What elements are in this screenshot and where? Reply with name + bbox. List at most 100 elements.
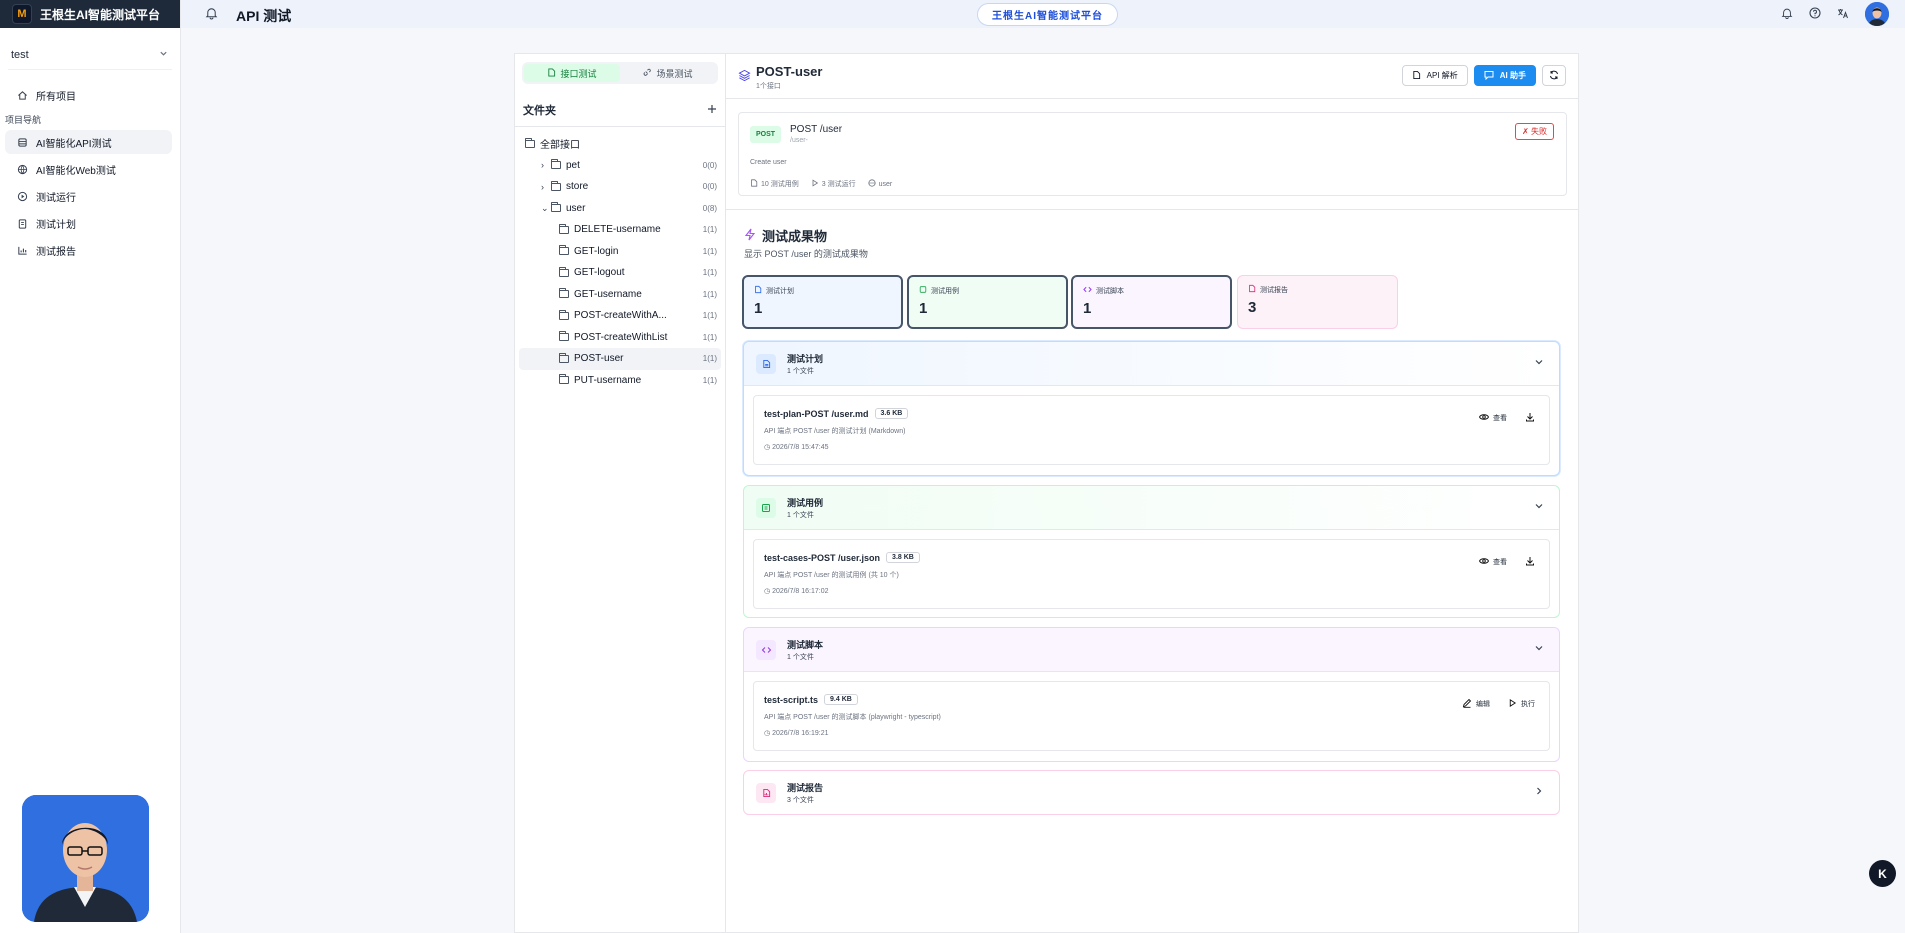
file-actions: 编辑 执行 [1462,698,1535,710]
page-title: API 测试 [236,8,292,24]
home-icon [16,89,28,101]
help-icon[interactable] [1809,6,1821,22]
edit-button[interactable]: 编辑 [1462,698,1490,710]
folder-icon [559,245,569,256]
tree-item[interactable]: PUT-username 1(1) [519,370,721,392]
execute-button[interactable]: 执行 [1508,698,1535,710]
nav-item-api-test[interactable]: AI智能化API测试 [5,130,172,154]
tree-folder-store[interactable]: › store 0(0) [519,176,721,198]
tree-item-selected[interactable]: POST-user 1(1) [519,348,721,370]
stat-card-plan[interactable]: 测试计划 1 [742,275,903,329]
floating-k-button[interactable]: K [1869,860,1896,887]
file-icon [750,179,758,189]
brand-logo: M [12,4,32,24]
view-button[interactable]: 查看 [1478,557,1507,567]
file-name: test-plan-POST /user.md [764,408,869,419]
nav-item-label: AI智能化API测试 [36,138,112,150]
file-name-row: test-plan-POST /user.md 3.6 KB [764,408,909,419]
tab-api-test[interactable]: 接口测试 [524,64,620,82]
view-label: 查看 [1493,415,1507,422]
tree-label: GET-logout [574,267,625,279]
api-parse-button[interactable]: API 解析 [1401,65,1468,86]
play-icon [16,190,28,202]
bell-icon[interactable] [205,6,218,23]
section-test-plan: 测试计划 1 个文件 test-plan-POST /user.md 3.6 KB… [743,341,1560,476]
stat-card-script[interactable]: 测试脚本 1 [1071,275,1232,329]
view-button[interactable]: 查看 [1478,413,1507,423]
sidebar: M 王根生AI智能测试平台 test 所有项目 项目导航 AI智能化API测试 … [0,0,181,933]
endpoint-tag-label: user [878,180,893,188]
method-badge: POST [750,126,782,143]
topbar-actions [1781,2,1889,26]
refresh-button[interactable] [1542,65,1566,86]
edit-label: 编辑 [1476,701,1490,708]
tree-folder-user[interactable]: ⌄ user 0(8) [519,198,721,220]
folder-icon [559,374,569,385]
endpoint-card: POST POST /user /user- ✗ 失败 Create user … [738,112,1567,196]
section-header[interactable]: 测试报告 3 个文件 [744,771,1559,815]
tree-folder-pet[interactable]: › pet 0(0) [519,155,721,177]
section-header[interactable]: 测试脚本 1 个文件 [744,628,1559,672]
stat-label-text: 测试报告 [1260,286,1288,294]
add-folder-icon[interactable] [707,104,717,117]
stat-card-cases[interactable]: 测试用例 1 [907,275,1068,329]
tree-root[interactable]: 全部接口 [519,133,721,155]
tab-scenario-test[interactable]: 场景测试 [620,64,716,82]
notification-icon[interactable] [1781,7,1793,22]
divider [726,209,1578,210]
file-icon [1412,70,1421,82]
file-time: ◷ 2026/7/8 16:17:02 [764,587,829,595]
tree-item[interactable]: POST-createWithA... 1(1) [519,305,721,327]
tree-count: 1(1) [702,268,717,278]
folder-icon [525,137,535,148]
endpoint-description: Create user [750,159,787,166]
file-size: 3.6 KB [874,408,909,419]
download-icon[interactable] [1525,412,1535,424]
tree-item[interactable]: GET-logout 1(1) [519,262,721,284]
nav-item-test-run[interactable]: 测试运行 [5,184,172,208]
stat-card-report[interactable]: 测试报告 3 [1237,275,1398,329]
folder-header: 文件夹 [515,94,725,127]
section-title: 测试报告 [787,783,824,793]
file-size: 9.4 KB [824,694,858,705]
user-avatar[interactable] [1865,2,1889,26]
eye-icon [1478,557,1490,567]
link-icon [643,68,652,79]
folder-icon [551,180,561,191]
status-badge: ✗ 失败 [1515,123,1554,140]
tree-count: 1(1) [702,311,717,321]
tree-item[interactable]: GET-login 1(1) [519,241,721,263]
tree-label: pet [566,159,580,171]
nav-item-web-test[interactable]: AI智能化Web测试 [5,157,172,181]
file-size: 3.8 KB [886,552,920,563]
section-test-report[interactable]: 测试报告 3 个文件 [743,770,1560,815]
section-header[interactable]: 测试计划 1 个文件 [744,342,1559,386]
tree-item[interactable]: GET-username 1(1) [519,284,721,306]
section-count: 1 个文件 [787,654,814,661]
section-header[interactable]: 测试用例 1 个文件 [744,486,1559,530]
language-icon[interactable] [1837,7,1849,22]
nav-item-label: 测试报告 [36,246,76,258]
tab-label: 接口测试 [560,68,597,79]
code-icon [756,640,776,660]
cases-count-label: 10 测试用例 [761,181,799,188]
runs-count-label: 3 测试运行 [821,181,856,188]
file-card: test-script.ts 9.4 KB API 端点 POST /user 的… [753,681,1550,751]
layers-icon [738,69,751,85]
file-time-label: 2026/7/8 15:47:45 [772,444,829,451]
nav-item-test-plan[interactable]: 测试计划 [5,211,172,235]
database-icon [16,136,28,148]
stat-label: 测试计划 [754,285,891,296]
nav-item-test-report[interactable]: 测试报告 [5,238,172,262]
file-chart-icon [1248,284,1256,295]
download-icon[interactable] [1525,556,1535,568]
file-name: test-cases-POST /user.json [764,552,881,563]
tree-item[interactable]: DELETE-username 1(1) [519,219,721,241]
stat-label-text: 测试计划 [766,287,794,295]
tree-item[interactable]: POST-createWithList 1(1) [519,327,721,349]
section-count: 1 个文件 [787,368,814,375]
ai-assistant-button[interactable]: AI 助手 [1473,65,1536,86]
tree-label: 全部接口 [540,140,580,152]
nav-all-projects[interactable]: 所有项目 [5,83,172,107]
project-select[interactable]: test [8,40,172,70]
